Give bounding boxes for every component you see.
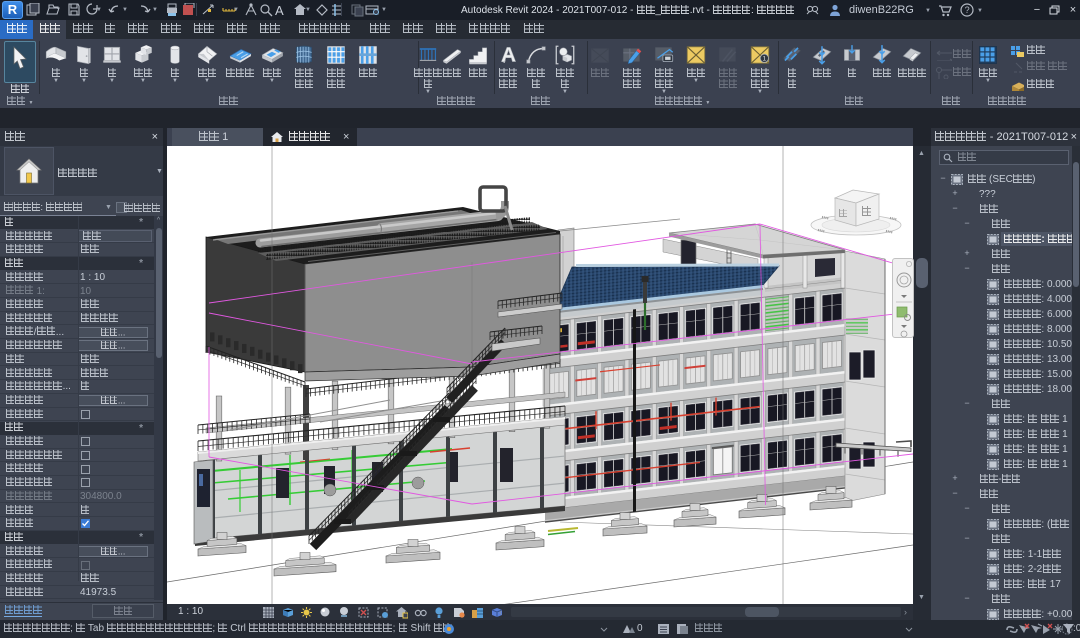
svg-text:1: 1: [763, 56, 767, 63]
svg-text:A: A: [275, 3, 284, 17]
svg-text:?: ?: [965, 5, 970, 15]
